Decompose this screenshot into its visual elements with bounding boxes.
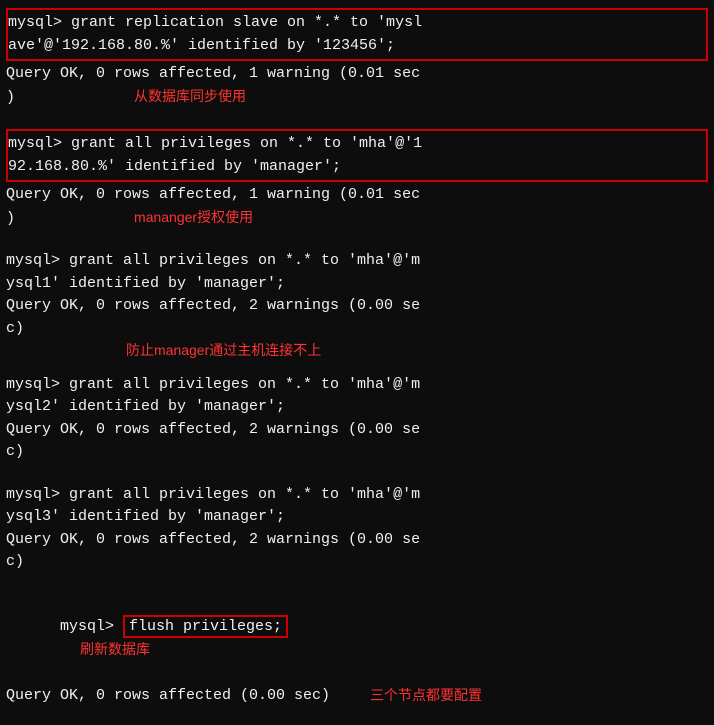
block4-result2: c) [6, 441, 708, 464]
block6-cmd-highlight: flush privileges; [123, 615, 288, 638]
block2-cmd1: mysql> grant all privileges on *.* to 'm… [8, 133, 706, 156]
block4: mysql> grant all privileges on *.* to 'm… [6, 374, 708, 464]
block4-cmd2: ysql2' identified by 'manager'; [6, 396, 708, 419]
block3-cmd2: ysql1' identified by 'manager'; [6, 273, 708, 296]
block6-prompt: mysql> [60, 618, 123, 635]
block5-cmd1: mysql> grant all privileges on *.* to 'm… [6, 484, 708, 507]
block6: mysql> flush privileges; 刷新数据库 Query OK,… [6, 594, 708, 708]
block2: mysql> grant all privileges on *.* to 'm… [6, 129, 708, 230]
block6-annotation2: 三个节点都要配置 [370, 685, 482, 706]
block5-result2: c) [6, 551, 708, 574]
block1: mysql> grant replication slave on *.* to… [6, 8, 708, 109]
block3: mysql> grant all privileges on *.* to 'm… [6, 250, 708, 364]
block3-result2: c) [6, 318, 708, 341]
block5-result1: Query OK, 0 rows affected, 2 warnings (0… [6, 529, 708, 552]
block1-highlight: mysql> grant replication slave on *.* to… [6, 8, 708, 61]
block1-result1: Query OK, 0 rows affected, 1 warning (0.… [6, 63, 708, 86]
block4-result1: Query OK, 0 rows affected, 2 warnings (0… [6, 419, 708, 442]
block5: mysql> grant all privileges on *.* to 'm… [6, 484, 708, 574]
block3-annotation: 防止manager通过主机连接不上 [126, 340, 321, 361]
block3-result1: Query OK, 0 rows affected, 2 warnings (0… [6, 295, 708, 318]
block1-result2: ) 从数据库同步使用 [6, 86, 708, 110]
block3-cmd1: mysql> grant all privileges on *.* to 'm… [6, 250, 708, 273]
block3-annotation-line: 防止manager通过主机连接不上 [6, 340, 708, 364]
block2-highlight: mysql> grant all privileges on *.* to 'm… [6, 129, 708, 182]
block1-annotation: 从数据库同步使用 [134, 86, 246, 107]
block2-result1: Query OK, 0 rows affected, 1 warning (0.… [6, 184, 708, 207]
block5-cmd2: ysql3' identified by 'manager'; [6, 506, 708, 529]
block1-cmd2: ave'@'192.168.80.%' identified by '12345… [8, 35, 706, 58]
block2-annotation: mananger授权使用 [134, 207, 253, 228]
block6-annotation1: 刷新数据库 [80, 639, 150, 660]
block1-cmd1: mysql> grant replication slave on *.* to… [8, 12, 706, 35]
block4-cmd1: mysql> grant all privileges on *.* to 'm… [6, 374, 708, 397]
block2-result2: ) mananger授权使用 [6, 207, 708, 231]
block6-cmd-line: mysql> flush privileges; 刷新数据库 [6, 594, 708, 685]
terminal-container: mysql> grant replication slave on *.* to… [6, 8, 708, 707]
block2-cmd2: 92.168.80.%' identified by 'manager'; [8, 156, 706, 179]
